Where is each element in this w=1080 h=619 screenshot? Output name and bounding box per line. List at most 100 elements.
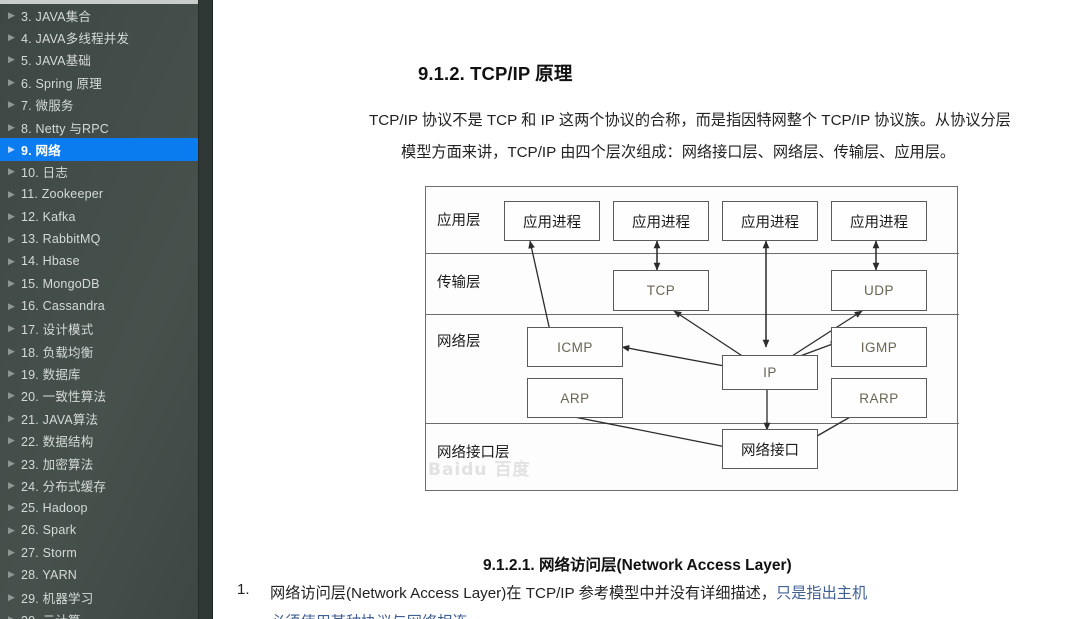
sidebar-item-20[interactable]: ▶ 20. 一致性算法: [0, 385, 198, 407]
sidebar-item-9[interactable]: ▶ 9. 网络: [0, 138, 198, 161]
chevron-right-icon[interactable]: ▶: [8, 615, 21, 619]
sidebar-item-26[interactable]: ▶ 26. Spark: [0, 519, 198, 541]
document-reader-window: ▶ 3. JAVA集合 ▶ 4. JAVA多线程并发 ▶ 5. JAVA基础 ▶ 6. Spr…: [0, 0, 1080, 619]
sidebar-item-22[interactable]: ▶ 22. 数据结构: [0, 429, 198, 451]
chevron-right-icon[interactable]: ▶: [8, 503, 21, 512]
sidebar-item-15[interactable]: ▶ 15. MongoDB: [0, 273, 198, 295]
chevron-right-icon[interactable]: ▶: [8, 592, 21, 602]
list-item-number: 1.: [237, 581, 250, 598]
sidebar-scrollbar-track[interactable]: [198, 0, 409, 619]
sidebar-item-label: 7. 微服务: [21, 99, 74, 114]
sidebar-item-label: 10. 日志: [21, 166, 69, 181]
list-item-line-1: 网络访问层(Network Access Layer)在 TCP/IP 参考模型…: [270, 581, 867, 603]
sidebar-item-label: 26. Spark: [21, 523, 77, 538]
sidebar-navigation: ▶ 3. JAVA集合 ▶ 4. JAVA多线程并发 ▶ 5. JAVA基础 ▶ 6. Spr…: [0, 0, 198, 619]
list-item-text-black: 网络访问层(Network Access Layer)在 TCP/IP 参考模型…: [270, 585, 777, 602]
sidebar-item-label: 13. RabbitMQ: [21, 232, 101, 247]
chevron-right-icon[interactable]: ▶: [8, 570, 21, 579]
chevron-right-icon[interactable]: ▶: [8, 55, 21, 64]
sidebar-item-label: 24. 分布式缓存: [21, 479, 107, 494]
chevron-right-icon[interactable]: ▶: [8, 391, 21, 400]
sidebar-item-label: 23. 加密算法: [21, 457, 94, 472]
chevron-right-icon[interactable]: ▶: [8, 189, 21, 199]
sidebar-item-29[interactable]: ▶ 29. 机器学习: [0, 586, 198, 608]
sidebar-item-4[interactable]: ▶ 4. JAVA多线程并发: [0, 26, 198, 48]
chevron-right-icon[interactable]: ▶: [8, 346, 21, 356]
sidebar-item-10[interactable]: ▶ 10. 日志: [0, 161, 198, 183]
chevron-right-icon[interactable]: ▶: [8, 436, 21, 445]
intro-paragraph-line-1: TCP/IP 协议不是 TCP 和 IP 这两个协议的合称，而是指因特网整个 T…: [369, 112, 1011, 129]
sidebar-item-13[interactable]: ▶ 13. RabbitMQ: [0, 228, 198, 250]
chevron-right-icon[interactable]: ▶: [8, 77, 21, 87]
sidebar-item-16[interactable]: ▶ 16. Cassandra: [0, 295, 198, 317]
chevron-right-icon[interactable]: ▶: [8, 212, 21, 221]
sidebar-item-30[interactable]: ▶30. 云计算: [0, 609, 198, 619]
chevron-right-icon[interactable]: ▶: [8, 33, 21, 42]
sidebar-item-8[interactable]: ▶ 8. Netty 与RPC: [0, 116, 198, 138]
diagram-box-network-interface: 网络接口: [722, 429, 818, 469]
sidebar-item-label: 3. JAVA集合: [21, 9, 92, 24]
sidebar-item-label: 27. Storm: [21, 545, 77, 560]
sidebar-item-label: 11. Zookeeper: [21, 187, 104, 202]
sidebar-item-21[interactable]: ▶ 21. JAVA算法: [0, 407, 198, 429]
sidebar-item-label: 30. 云计算: [21, 610, 81, 619]
diagram-box-igmp: IGMP: [831, 327, 927, 367]
chevron-right-icon[interactable]: ▶: [8, 525, 21, 535]
subsection-title: 9.1.2.1. 网络访问层(Network Access Layer): [483, 557, 792, 574]
sidebar-item-12[interactable]: ▶ 12. Kafka: [0, 206, 198, 228]
diagram-box-arp: ARP: [527, 378, 623, 418]
sidebar-item-label: 17. 设计模式: [21, 323, 94, 338]
chevron-right-icon[interactable]: ▶: [8, 122, 21, 132]
sidebar-item-28[interactable]: ▶ 28. YARN: [0, 564, 198, 586]
diagram-box-rarp: RARP: [831, 378, 927, 418]
sidebar-item-11[interactable]: ▶ 11. Zookeeper: [0, 183, 198, 205]
sidebar-item-label: 6. Spring 原理: [21, 76, 102, 91]
sidebar-item-label: 14. Hbase: [21, 254, 80, 269]
sidebar-item-label: 16. Cassandra: [21, 299, 105, 314]
chevron-right-icon[interactable]: ▶: [8, 145, 21, 154]
chevron-right-icon[interactable]: ▶: [8, 368, 21, 378]
chevron-right-icon[interactable]: ▶: [8, 301, 21, 311]
sidebar-item-label: 29. 机器学习: [21, 591, 94, 606]
diagram-box-app-process-2: 应用进程: [613, 201, 709, 241]
sidebar-item-list: ▶ 3. JAVA集合 ▶ 4. JAVA多线程并发 ▶ 5. JAVA基础 ▶ 6. Spr…: [0, 4, 198, 619]
chevron-right-icon[interactable]: ▶: [8, 458, 21, 468]
sidebar-item-label: 28. YARN: [21, 567, 78, 582]
chevron-right-icon[interactable]: ▶: [8, 167, 21, 176]
sidebar-item-19[interactable]: ▶ 19. 数据库: [0, 362, 198, 384]
chevron-right-icon[interactable]: ▶: [8, 234, 21, 244]
sidebar-item-label: 9. 网络: [21, 144, 61, 159]
chevron-right-icon[interactable]: ▶: [8, 324, 21, 333]
diagram-box-app-process-4: 应用进程: [831, 201, 927, 241]
page-title: 9.1.2. TCP/IP 原理: [418, 63, 573, 84]
document-content-pane: 9.1.2. TCP/IP 原理 TCP/IP 协议不是 TCP 和 IP 这两…: [213, 0, 1080, 619]
diagram-box-udp: UDP: [831, 270, 927, 311]
sidebar-item-label: 12. Kafka: [21, 209, 76, 224]
chevron-right-icon[interactable]: ▶: [8, 480, 21, 490]
sidebar-item-label: 21. JAVA算法: [21, 412, 99, 427]
sidebar-item-6[interactable]: ▶ 6. Spring 原理: [0, 71, 198, 93]
chevron-right-icon[interactable]: ▶: [8, 256, 21, 266]
diagram-box-tcp: TCP: [613, 270, 709, 311]
sidebar-item-17[interactable]: ▶ 17. 设计模式: [0, 317, 198, 339]
list-item-line-2[interactable]: 必须使用某种协议与网络相连: [270, 610, 467, 619]
diagram-box-app-process-3: 应用进程: [722, 201, 818, 241]
sidebar-item-14[interactable]: ▶ 14. Hbase: [0, 250, 198, 272]
chevron-right-icon[interactable]: ▶: [8, 10, 21, 20]
sidebar-item-5[interactable]: ▶ 5. JAVA基础: [0, 49, 198, 71]
list-item-link-text[interactable]: 只是指出主机: [776, 585, 867, 602]
chevron-right-icon[interactable]: ▶: [8, 279, 21, 288]
sidebar-item-7[interactable]: ▶ 7. 微服务: [0, 94, 198, 116]
sidebar-item-3[interactable]: ▶ 3. JAVA集合: [0, 4, 198, 26]
chevron-right-icon[interactable]: ▶: [8, 413, 21, 423]
sidebar-item-27[interactable]: ▶ 27. Storm: [0, 541, 198, 563]
sidebar-item-23[interactable]: ▶ 23. 加密算法: [0, 452, 198, 474]
sidebar-item-24[interactable]: ▶ 24. 分布式缓存: [0, 474, 198, 496]
chevron-right-icon[interactable]: ▶: [8, 100, 21, 109]
sidebar-item-label: 25. Hadoop: [21, 500, 88, 515]
sidebar-item-label: 5. JAVA基础: [21, 54, 92, 69]
chevron-right-icon[interactable]: ▶: [8, 548, 21, 557]
sidebar-item-25[interactable]: ▶ 25. Hadoop: [0, 497, 198, 519]
sidebar-item-label: 8. Netty 与RPC: [21, 121, 110, 136]
sidebar-item-18[interactable]: ▶ 18. 负载均衡: [0, 340, 198, 362]
